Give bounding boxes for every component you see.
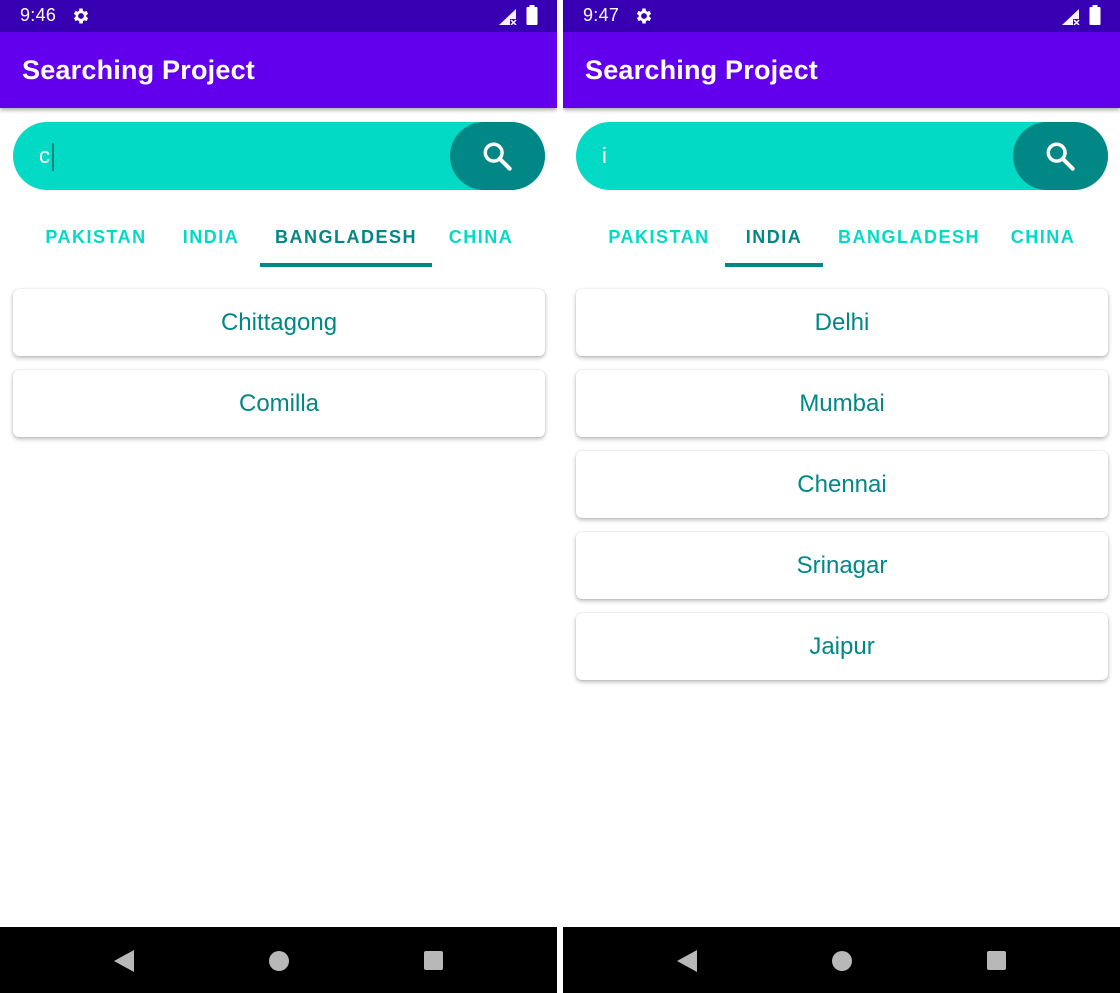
phone-screen-left: 9:46 Searching Project PAKISTAN INDIA BA… [0, 0, 557, 993]
list-item[interactable]: Mumbai [576, 370, 1108, 437]
tab-bangladesh[interactable]: BANGLADESH [260, 215, 432, 269]
list-item[interactable]: Chennai [576, 451, 1108, 518]
app-bar: Searching Project [563, 32, 1120, 108]
tab-indicator [725, 263, 823, 267]
tab-india[interactable]: INDIA [725, 215, 823, 269]
gear-icon [73, 8, 89, 24]
country-tabs: PAKISTAN INDIA BANGLADESH CHINA [563, 215, 1120, 269]
app-title: Searching Project [22, 55, 255, 85]
list-item[interactable]: Srinagar [576, 532, 1108, 599]
tab-china[interactable]: CHINA [997, 215, 1089, 269]
list-item[interactable]: Comilla [13, 370, 545, 437]
search-input[interactable] [39, 140, 419, 172]
signal-icon [499, 9, 517, 25]
status-bar: 9:46 [0, 0, 557, 32]
battery-icon [1089, 5, 1101, 25]
navigation-bar [563, 927, 1120, 993]
tab-pakistan[interactable]: PAKISTAN [593, 215, 725, 269]
back-icon[interactable] [676, 949, 698, 973]
back-icon[interactable] [113, 949, 135, 973]
search-input[interactable] [602, 140, 982, 172]
list-item[interactable]: Jaipur [576, 613, 1108, 680]
phone-screen-right: 9:47 Searching Project PAKISTAN INDIA BA… [563, 0, 1120, 993]
search-button[interactable] [450, 122, 545, 190]
status-time: 9:47 [583, 5, 620, 25]
search-icon [1046, 142, 1075, 171]
search-icon [483, 142, 512, 171]
recents-icon[interactable] [424, 951, 443, 970]
country-tabs: PAKISTAN INDIA BANGLADESH CHINA [0, 215, 557, 269]
tab-pakistan[interactable]: PAKISTAN [30, 215, 162, 269]
home-icon[interactable] [269, 951, 289, 971]
list-item[interactable]: Delhi [576, 289, 1108, 356]
signal-icon [1062, 9, 1080, 25]
app-title: Searching Project [585, 55, 818, 85]
tab-india[interactable]: INDIA [166, 215, 256, 269]
gear-icon [636, 8, 652, 24]
app-bar: Searching Project [0, 32, 557, 108]
tab-indicator [260, 263, 432, 267]
text-caret [52, 143, 54, 171]
tab-bangladesh[interactable]: BANGLADESH [827, 215, 991, 269]
navigation-bar [0, 927, 557, 993]
tab-china[interactable]: CHINA [436, 215, 526, 269]
home-icon[interactable] [832, 951, 852, 971]
list-item[interactable]: Chittagong [13, 289, 545, 356]
search-bar [13, 122, 545, 190]
status-bar: 9:47 [563, 0, 1120, 32]
recents-icon[interactable] [987, 951, 1006, 970]
search-bar [576, 122, 1108, 190]
battery-icon [526, 5, 538, 25]
search-button[interactable] [1013, 122, 1108, 190]
status-time: 9:46 [20, 5, 57, 25]
